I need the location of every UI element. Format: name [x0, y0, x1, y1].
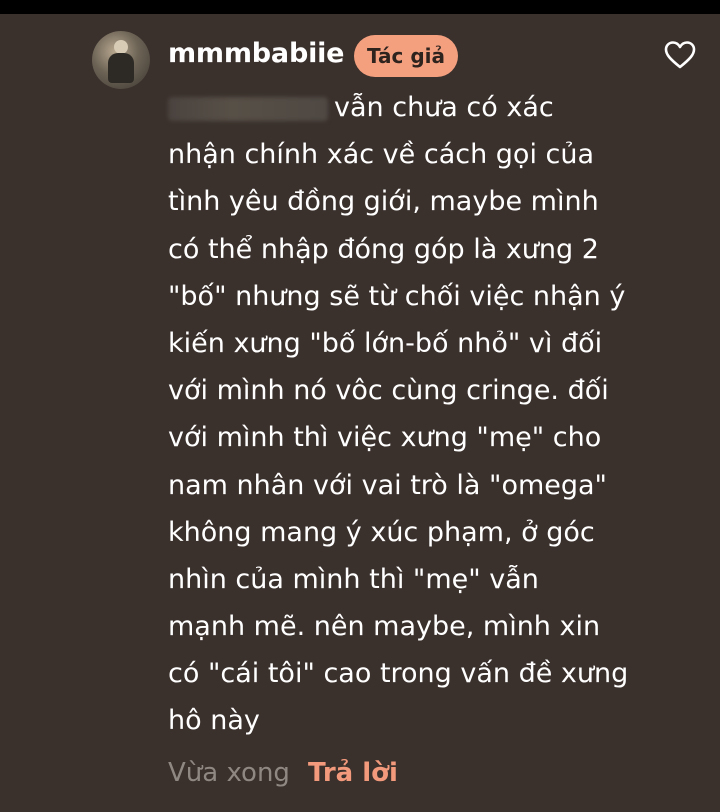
comment-line: mạnh mẽ. nên maybe, mình xin: [168, 611, 601, 643]
comment-line: nhận chính xác về cách gọi của: [168, 139, 595, 171]
reply-button[interactable]: Trả lời: [308, 758, 398, 788]
top-bar-strip: [0, 0, 720, 14]
comment-line: vẫn chưa có xác: [168, 84, 638, 131]
avatar-figure-head: [114, 40, 128, 54]
comment-line: kiến xưng "bố lớn-bố nhỏ" vì đối: [168, 327, 603, 359]
comment-line: với mình thì việc xưng "mẹ" cho: [168, 422, 602, 454]
heart-icon[interactable]: [664, 39, 696, 71]
comment-line: nam nhân với vai trò là "omega": [168, 469, 607, 501]
comment-line: hô này: [168, 705, 260, 737]
comment-body: vẫn chưa có xác nhận chính xác về cách g…: [168, 84, 638, 745]
comment-line: "bố" nhưng sẽ từ chối việc nhận ý: [168, 280, 626, 312]
comment-line: có "cái tôi" cao trong vấn đề xưng: [168, 658, 629, 690]
username[interactable]: mmmbabiie: [168, 38, 345, 69]
author-badge: Tác giả: [354, 35, 458, 77]
comment-line: tình yêu đồng giới, maybe mình: [168, 186, 599, 218]
avatar-figure-body: [108, 53, 134, 83]
redacted-mention: [168, 96, 328, 121]
comment-line: nhìn của mình thì "mẹ" vẫn: [168, 563, 539, 595]
timestamp: Vừa xong: [168, 758, 290, 788]
comment-line: không mang ý xúc phạm, ở góc: [168, 516, 595, 548]
comment-line: có thể nhập đóng góp là xưng 2: [168, 233, 599, 265]
avatar[interactable]: [92, 31, 150, 89]
comment-line: với mình nó vôc cùng cringe. đối: [168, 375, 609, 407]
comment-meta: Vừa xong Trả lời: [168, 758, 398, 788]
